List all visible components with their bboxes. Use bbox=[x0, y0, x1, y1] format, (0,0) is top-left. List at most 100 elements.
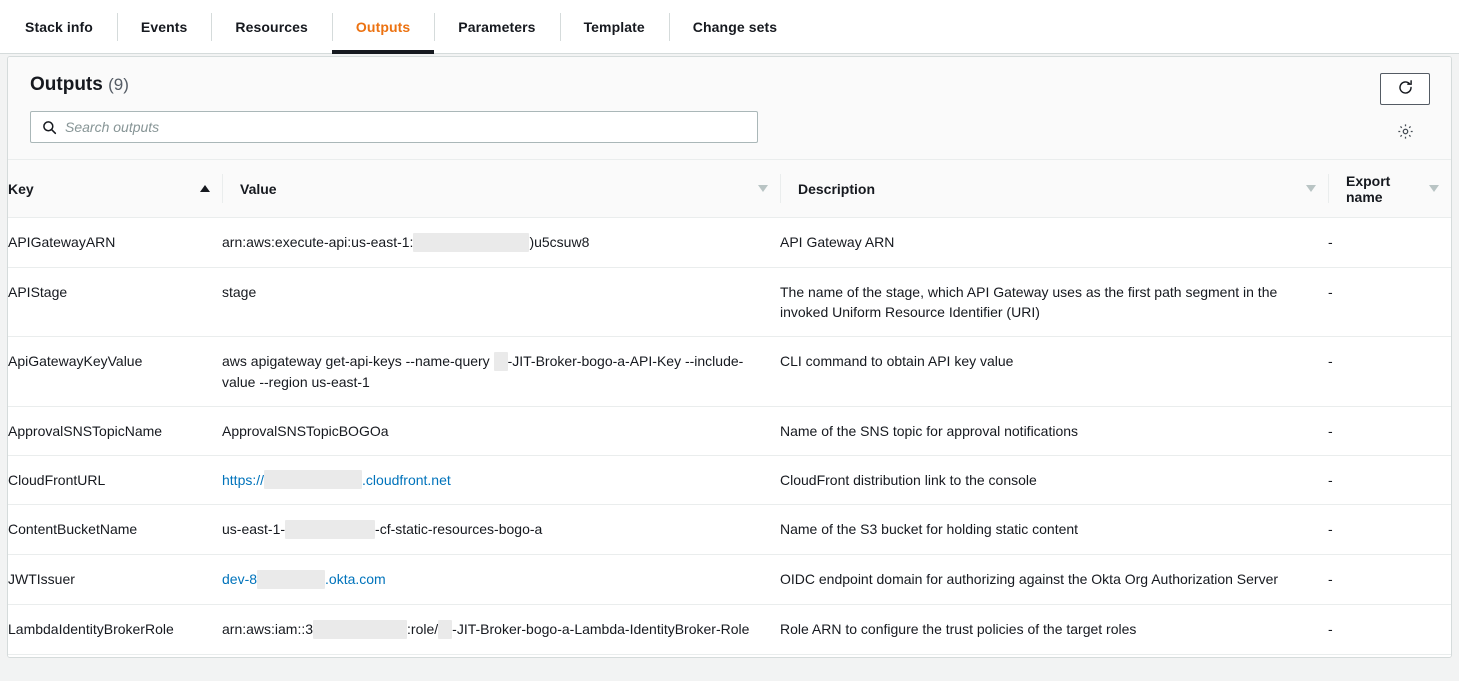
column-header-key-label: Key bbox=[8, 180, 34, 197]
table-header: Key Value Description Export name bbox=[8, 159, 1451, 218]
cell-description: API Gateway ARN bbox=[780, 217, 1328, 268]
output-value-link[interactable]: dev-8 .okta.com bbox=[222, 569, 386, 589]
column-header-description[interactable]: Description bbox=[780, 159, 1328, 218]
cell-export-name: - bbox=[1328, 554, 1451, 605]
output-description: CloudFront distribution link to the cons… bbox=[780, 471, 1037, 488]
cell-value: stage bbox=[222, 267, 780, 337]
redacted-block bbox=[493, 351, 508, 371]
value-text: :role/ bbox=[407, 620, 439, 637]
table-row: ApiGatewayKeyValue aws apigateway get-api… bbox=[8, 336, 1451, 407]
output-description: Name of the S3 bucket for holding static… bbox=[780, 521, 1079, 538]
cell-key: CloudFrontURL bbox=[8, 455, 222, 506]
sort-inactive-icon bbox=[758, 185, 768, 192]
redacted-block bbox=[413, 232, 530, 252]
output-value: us-east-1- -cf-static-resources-bogo-a bbox=[222, 520, 543, 540]
table-row: APIGatewayARN arn:aws:execute-api:us-east… bbox=[8, 217, 1451, 268]
redacted-block bbox=[257, 569, 326, 589]
tab-label: Template bbox=[583, 19, 645, 35]
panel-actions bbox=[1373, 73, 1437, 149]
cell-export-name: - bbox=[1328, 217, 1451, 268]
value-text: https:// bbox=[222, 471, 265, 488]
tab-change-sets[interactable]: Change sets bbox=[668, 0, 801, 54]
cell-key: JWTIssuer bbox=[8, 554, 222, 605]
outputs-panel: Outputs (9) Search outputs Key Value Des… bbox=[7, 56, 1452, 658]
cell-key: ApprovalSNSTopicName bbox=[8, 406, 222, 456]
output-key: ApprovalSNSTopicName bbox=[8, 422, 163, 439]
output-value: stage bbox=[222, 284, 256, 300]
cell-key: APIStage bbox=[8, 267, 222, 337]
value-text: .cloudfront.net bbox=[362, 471, 451, 488]
cell-key: ContentBucketName bbox=[8, 504, 222, 556]
column-header-export-name[interactable]: Export name bbox=[1328, 159, 1451, 218]
tab-template[interactable]: Template bbox=[559, 0, 669, 54]
cell-key: APIGatewayARN bbox=[8, 217, 222, 268]
cell-value: aws apigateway get-api-keys --name-query… bbox=[222, 336, 780, 407]
stack-detail-tabs: Stack info Events Resources Outputs Paramete… bbox=[0, 0, 1459, 54]
cell-key: ServiceEndpoint bbox=[8, 654, 222, 657]
cell-value: arn:aws:execute-api:us-east-1: )u5csuw8 bbox=[222, 217, 780, 268]
value-text: ApprovalSNSTopicBOGOa bbox=[222, 422, 389, 439]
cell-description: API service endpoint bbox=[780, 654, 1328, 657]
value-text: -cf-static-resources-bogo-a bbox=[375, 521, 543, 538]
column-header-key[interactable]: Key bbox=[8, 159, 222, 218]
tab-stack-info[interactable]: Stack info bbox=[1, 0, 117, 54]
table-row: CloudFrontURL https:// .cloudfront.net Clou… bbox=[8, 455, 1451, 506]
column-header-value-label: Value bbox=[240, 180, 277, 197]
cell-export-name: - bbox=[1328, 604, 1451, 655]
value-text: )u5csuw8 bbox=[529, 234, 590, 250]
outputs-count: (9) bbox=[108, 75, 129, 94]
redacted-block bbox=[438, 619, 453, 639]
output-export-name: - bbox=[1328, 422, 1333, 439]
output-key: CloudFrontURL bbox=[8, 471, 106, 488]
value-text: dev-8 bbox=[222, 571, 258, 588]
search-input[interactable] bbox=[65, 119, 705, 135]
cell-export-name: - bbox=[1328, 504, 1451, 556]
cell-value: dev-8 .okta.com bbox=[222, 554, 780, 605]
table-row: LambdaIdentityBrokerRole arn:aws:iam::3:r… bbox=[8, 604, 1451, 655]
cell-description: Name of the S3 bucket for holding static… bbox=[780, 504, 1328, 556]
output-description: API Gateway ARN bbox=[780, 234, 895, 250]
sort-inactive-icon bbox=[1429, 185, 1439, 192]
tab-outputs[interactable]: Outputs bbox=[331, 0, 435, 54]
tab-parameters[interactable]: Parameters bbox=[434, 0, 559, 54]
sort-ascending-icon bbox=[200, 185, 210, 192]
refresh-button[interactable] bbox=[1380, 73, 1430, 105]
table-body: APIGatewayARN arn:aws:execute-api:us-east… bbox=[8, 217, 1451, 658]
cell-value: arn:aws:iam::3:role/ -JIT-Broker-bogo-a-L… bbox=[222, 604, 780, 655]
cell-description: The name of the stage, which API Gateway… bbox=[780, 267, 1328, 337]
tab-events[interactable]: Events bbox=[116, 0, 212, 54]
output-value: aws apigateway get-api-keys --name-query… bbox=[222, 351, 743, 390]
cell-export-name: - bbox=[1328, 267, 1451, 337]
table-row: APIStage stage The name of the stage, whic… bbox=[8, 267, 1451, 337]
cell-value: https:// .cloudfront.net bbox=[222, 455, 780, 506]
column-header-value[interactable]: Value bbox=[222, 159, 780, 218]
table-row: ContentBucketName us-east-1- -cf-static-re… bbox=[8, 504, 1451, 556]
table-row: JWTIssuer dev-8 .okta.com OIDC endpoint dom… bbox=[8, 554, 1451, 605]
table-row: ServiceEndpointhttps://.execute-api.us-e… bbox=[8, 654, 1451, 657]
output-key: APIStage bbox=[8, 283, 68, 300]
table-header-row: Key Value Description Export name bbox=[8, 159, 1451, 218]
table-row: ApprovalSNSTopicName ApprovalSNSTopicBOGO… bbox=[8, 406, 1451, 456]
panel-header: Outputs (9) bbox=[8, 57, 1451, 139]
value-text: us-east-1- bbox=[222, 521, 286, 538]
output-export-name: - bbox=[1328, 352, 1333, 369]
tab-resources[interactable]: Resources bbox=[211, 0, 332, 54]
outputs-table: Key Value Description Export name APIGat… bbox=[8, 159, 1451, 658]
output-value-link[interactable]: https:// .cloudfront.net bbox=[222, 470, 451, 490]
cell-value: ApprovalSNSTopicBOGOa bbox=[222, 406, 780, 456]
output-description: OIDC endpoint domain for authorizing aga… bbox=[780, 571, 1279, 588]
output-key: ApiGatewayKeyValue bbox=[8, 352, 143, 369]
search-box[interactable] bbox=[30, 111, 758, 143]
cell-value: https://.execute-api.us-east-1.amazonaws… bbox=[222, 654, 780, 657]
cell-description: Role ARN to configure the trust policies… bbox=[780, 604, 1328, 655]
value-text: arn:aws:execute-api:us-east-1: bbox=[222, 234, 414, 250]
output-value: ApprovalSNSTopicBOGOa bbox=[222, 423, 389, 439]
column-header-description-label: Description bbox=[798, 180, 876, 197]
cell-export-name: - bbox=[1328, 406, 1451, 456]
output-value: arn:aws:iam::3:role/ -JIT-Broker-bogo-a-L… bbox=[222, 619, 749, 639]
redacted-block bbox=[285, 520, 376, 540]
refresh-icon bbox=[1397, 79, 1414, 99]
settings-button[interactable] bbox=[1389, 117, 1421, 149]
cell-key: LambdaIdentityBrokerRole bbox=[8, 604, 222, 655]
redacted-block bbox=[264, 470, 363, 490]
